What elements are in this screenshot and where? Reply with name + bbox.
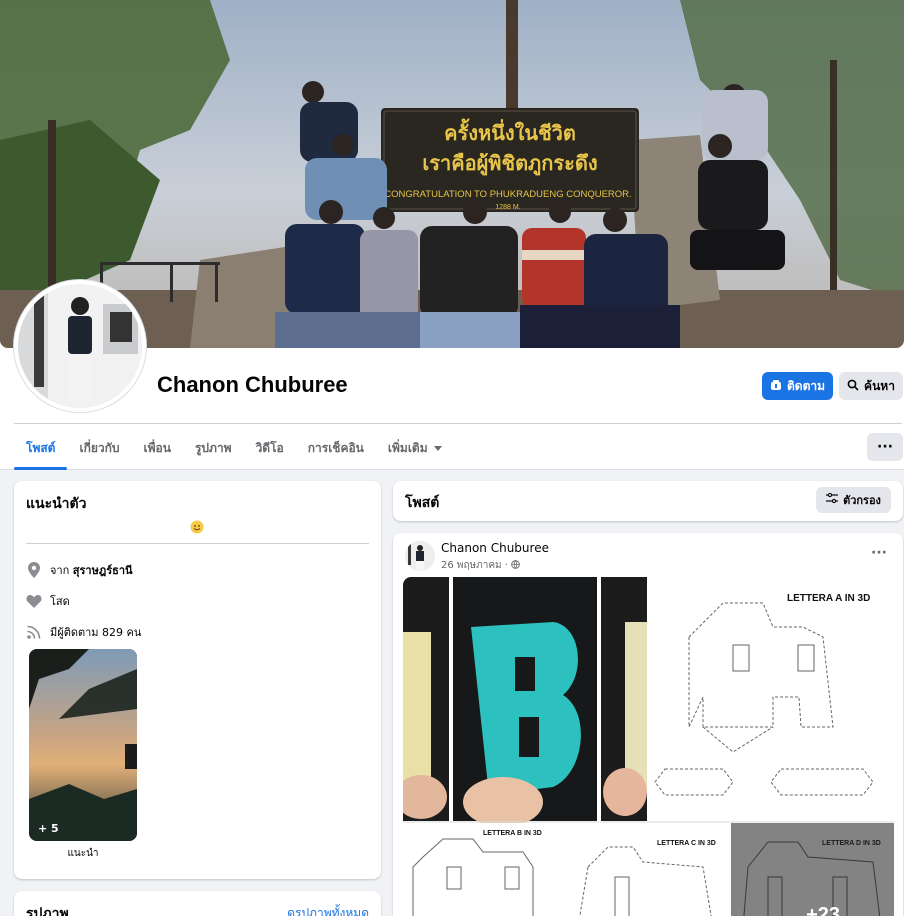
- hometown-value[interactable]: สุราษฎร์ธานี: [73, 564, 133, 577]
- post-timestamp[interactable]: 26 พฤษภาคม ·: [441, 558, 520, 573]
- tab-label: โพสต์: [26, 440, 56, 455]
- search-label: ค้นหา: [864, 378, 895, 393]
- template-a: LETTERA A IN 3D: [649, 577, 894, 821]
- profile-header: ครั้งหนึ่งในชีวิต เราคือผู้พิชิตภูกระดึง…: [0, 0, 904, 470]
- template-b-label: LETTERA B IN 3D: [483, 830, 542, 837]
- featured-count: + 5: [38, 822, 59, 835]
- posts-header-card: โพสต์ ตัวกรอง: [393, 481, 903, 521]
- globe-icon: [511, 559, 520, 572]
- tab-label: เกี่ยวกับ: [79, 440, 120, 455]
- follow-icon: [770, 379, 782, 394]
- featured-photo: [29, 649, 137, 841]
- intro-card: แนะนำตัว จาก สุราษฎร์ธานี โสด มีผู้ติดตา…: [14, 481, 381, 879]
- relationship-row: โสด: [26, 592, 70, 610]
- template-c-label: LETTERA C IN 3D: [657, 840, 716, 847]
- tab-more[interactable]: เพิ่มเติม: [376, 428, 454, 468]
- post-date-text: 26 พฤษภาคม ·: [441, 560, 508, 571]
- followers-count[interactable]: มีผู้ติดตาม 829 คน: [50, 623, 141, 641]
- tab-checkins[interactable]: การเช็คอิน: [296, 428, 376, 468]
- follow-button[interactable]: ติดตาม: [762, 372, 833, 400]
- profile-avatar[interactable]: [14, 280, 146, 412]
- letter-b-teal-photo: [453, 577, 597, 827]
- tab-label: การเช็คอิน: [307, 440, 364, 455]
- filter-label: ตัวกรอง: [843, 494, 881, 507]
- more-photos-count[interactable]: +23: [806, 904, 840, 916]
- photos-title: รูปภาพ: [26, 906, 69, 916]
- letter-photo-partial: [601, 577, 647, 821]
- post-image-grid[interactable]: LETTERA A IN 3D LETTERA B IN 3D LETTERA …: [403, 577, 894, 916]
- tab-posts[interactable]: โพสต์: [14, 428, 68, 470]
- smile-emoji-icon: [190, 519, 204, 534]
- tab-about[interactable]: เกี่ยวกับ: [67, 428, 131, 468]
- tab-photos[interactable]: รูปภาพ: [183, 428, 244, 468]
- template-c: LETTERA C IN 3D: [567, 823, 729, 916]
- profile-tabs: โพสต์ เกี่ยวกับ เพื่อน รูปภาพ วิดีโอ การ…: [14, 428, 454, 470]
- hometown-prefix: จาก: [50, 564, 70, 577]
- more-options-icon: ···: [877, 439, 893, 455]
- tab-label: รูปภาพ: [194, 440, 232, 455]
- hometown-row: จาก สุราษฎร์ธานี: [26, 561, 133, 579]
- post-card: Chanon Chuburee 26 พฤษภาคม · ··· LETTERA…: [393, 533, 903, 916]
- cover-photo[interactable]: ครั้งหนึ่งในชีวิต เราคือผู้พิชิตภูกระดึง…: [0, 0, 904, 348]
- tab-label: วิดีโอ: [255, 440, 284, 455]
- posts-title: โพสต์: [405, 495, 440, 511]
- template-d: LETTERA D IN 3D: [731, 823, 894, 916]
- filter-button[interactable]: ตัวกรอง: [816, 487, 891, 513]
- template-a-label: LETTERA A IN 3D: [787, 593, 870, 604]
- sign-line-3: CONGRATULATION TO PHUKRADUENG CONQUEROR.: [384, 189, 631, 200]
- sign-line-4: 1288 M.: [495, 204, 520, 211]
- photos-card: รูปภาพ ดูรูปภาพทั้งหมด: [14, 891, 381, 916]
- intro-title: แนะนำตัว: [26, 496, 87, 512]
- tab-friends[interactable]: เพื่อน: [132, 428, 183, 468]
- post-author-avatar[interactable]: [405, 541, 435, 571]
- featured-collection[interactable]: + 5: [29, 649, 137, 841]
- location-pin-icon: [26, 562, 42, 578]
- heart-icon: [26, 593, 42, 609]
- relationship-value: โสด: [50, 595, 70, 608]
- post-author-name[interactable]: Chanon Chuburee: [441, 541, 549, 555]
- header-divider: [14, 423, 902, 424]
- tab-label: เพิ่มเติม: [387, 440, 428, 455]
- see-all-photos-link[interactable]: ดูรูปภาพทั้งหมด: [287, 904, 369, 916]
- rss-followers-icon: [26, 624, 42, 640]
- letter-photo-yellow: [403, 577, 449, 821]
- cover-scene: ครั้งหนึ่งในชีวิต เราคือผู้พิชิตภูกระดึง…: [0, 0, 904, 348]
- featured-label: แนะนำ: [67, 848, 99, 859]
- tab-label: เพื่อน: [143, 440, 171, 455]
- followers-row: มีผู้ติดตาม 829 คน: [26, 623, 141, 641]
- more-options-button[interactable]: ···: [867, 433, 903, 461]
- template-b: LETTERA B IN 3D: [403, 823, 565, 916]
- follow-label: ติดตาม: [786, 378, 826, 393]
- post-photos: LETTERA A IN 3D LETTERA B IN 3D LETTERA …: [403, 577, 894, 916]
- filter-sliders-icon: [826, 492, 839, 507]
- intro-divider: [26, 543, 369, 544]
- caret-down-icon: [433, 441, 442, 455]
- avatar-photo: [18, 284, 142, 408]
- search-button[interactable]: ค้นหา: [839, 372, 903, 400]
- search-icon: [847, 379, 859, 394]
- tab-videos[interactable]: วิดีโอ: [244, 428, 296, 468]
- post-options-icon[interactable]: ···: [871, 545, 887, 561]
- sign-line-2: เราคือผู้พิชิตภูกระดึง: [422, 151, 597, 177]
- sign-line-1: ครั้งหนึ่งในชีวิต: [444, 118, 576, 145]
- profile-name: Chanon Chuburee: [157, 372, 348, 397]
